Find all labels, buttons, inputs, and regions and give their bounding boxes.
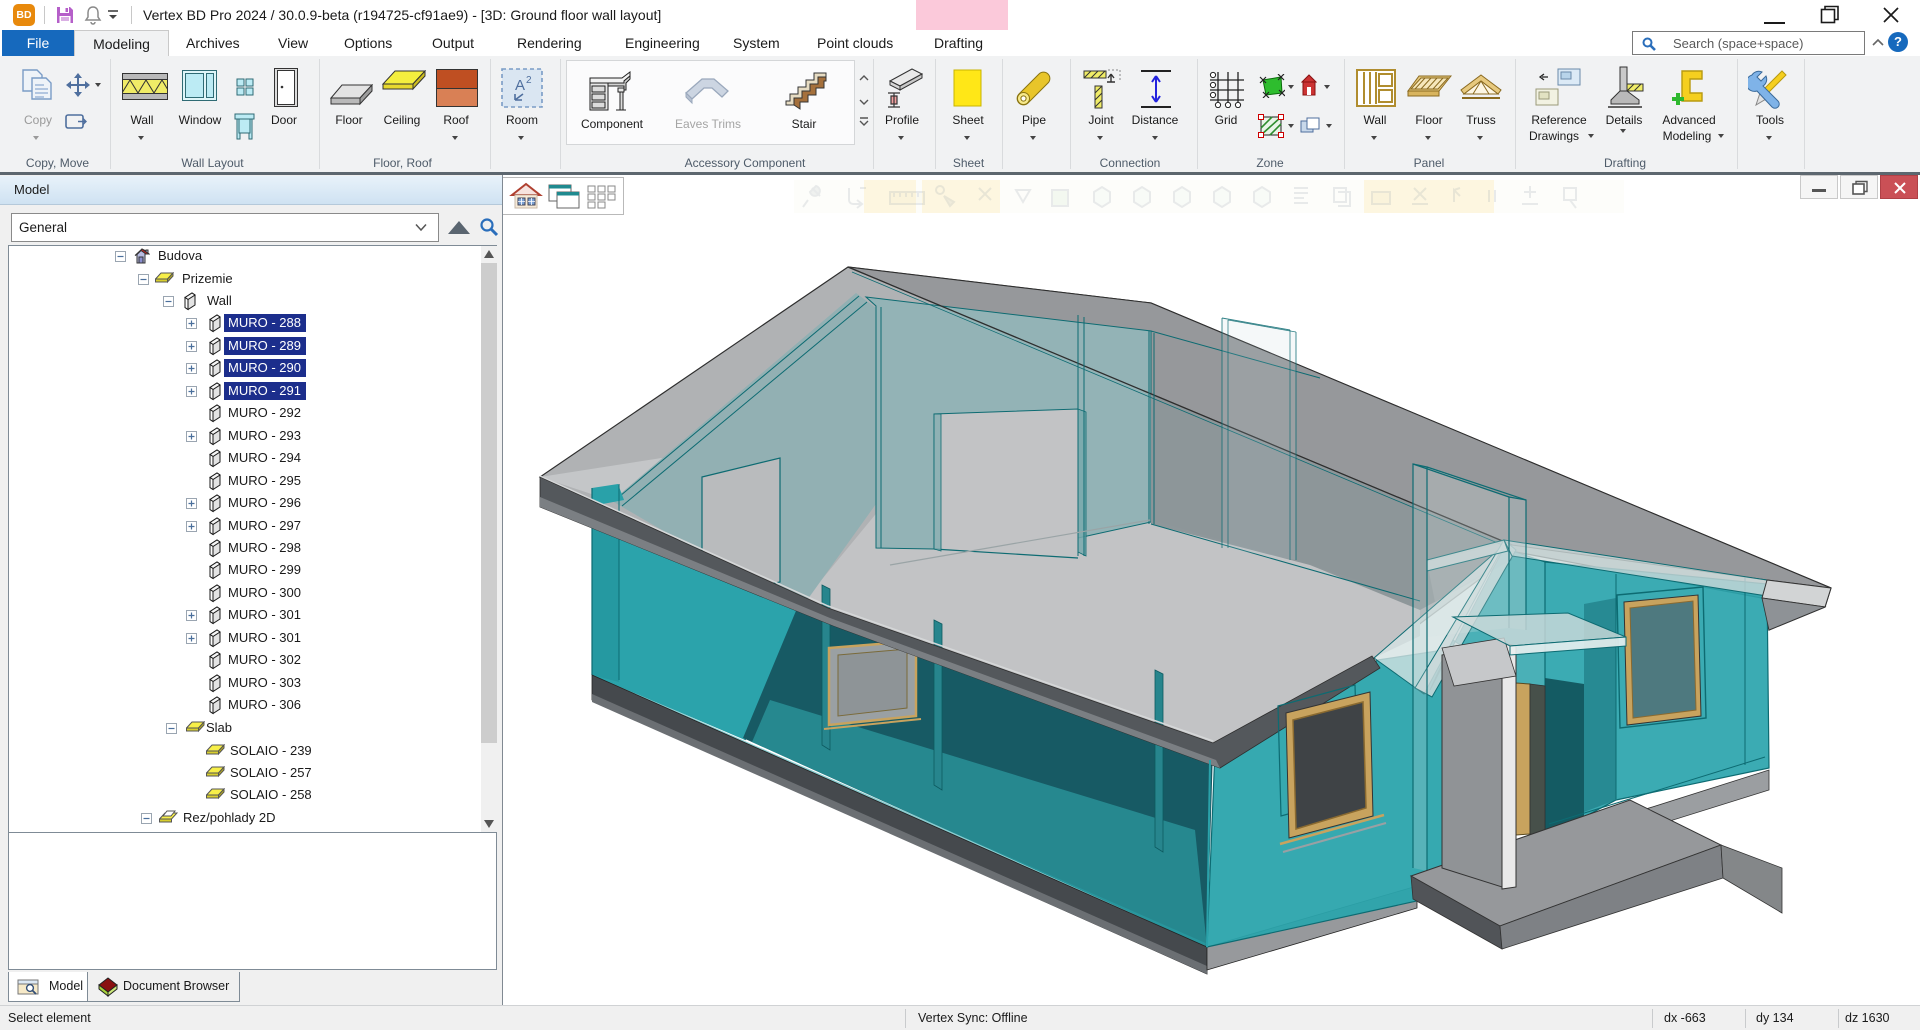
svg-text:2: 2 (526, 75, 532, 86)
svg-text:A: A (515, 77, 525, 94)
